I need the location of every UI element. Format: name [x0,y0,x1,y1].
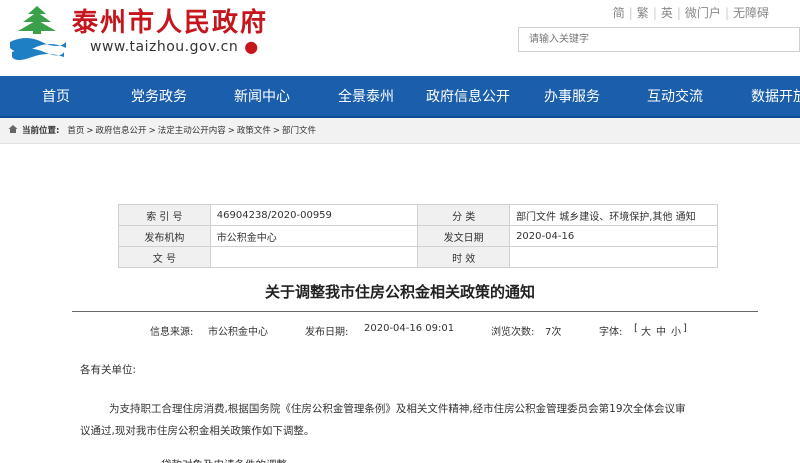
table-row: 文 号 时 效 [118,246,718,268]
nav-item-open-data[interactable]: 数据开放 [751,76,800,116]
top-link-micro-portal[interactable]: 微门户 [682,6,724,20]
nav-item-interaction[interactable]: 互动交流 [647,76,703,116]
issuer-label: 发布机构 [118,225,211,247]
site-header: 泰州市人民政府 www.taizhou.gov.cn ● 简 | 繁 | 英 | 微门户 | 无障… [0,0,800,76]
article-paragraph-partial: 一、贷款对象及申请条件的调整 [140,454,440,463]
nav-item-party-affairs[interactable]: 党务政务 [131,76,187,116]
meta-source-value: 市公积金中心 [208,327,268,338]
nav-item-services[interactable]: 办事服务 [544,76,600,116]
nav-item-news[interactable]: 新闻中心 [234,76,290,116]
breadcrumb-statutory[interactable]: 法定主动公开内容 [158,126,226,136]
docno-label: 文 号 [118,246,211,268]
meta-views-value: 7次 [545,327,562,338]
search-input[interactable] [519,28,799,51]
top-link-separator: | [676,6,681,20]
nav-item-home[interactable]: 首页 [42,76,70,116]
breadcrumb-dept-docs[interactable]: 部门文件 [282,126,316,136]
title-divider [72,311,758,312]
font-size-close: ] [683,323,687,334]
site-title[interactable]: 泰州市人民政府 [72,2,268,39]
article-title: 关于调整我市住房公积金相关政策的通知 [264,283,535,301]
docno-value [209,246,419,268]
category-label: 分 类 [417,204,511,226]
category-value: 部门文件 城乡建设、环境保护,其他 通知 [509,204,718,226]
top-link-simplified[interactable]: 简 [610,6,628,20]
breadcrumb-separator: > [148,126,156,136]
breadcrumb-home[interactable]: 首页 [67,126,84,136]
top-link-accessibility[interactable]: 无障碍 [730,6,772,20]
site-logo-icon[interactable] [6,2,68,64]
issuer-value: 市公积金中心 [209,225,419,247]
url-dot-icon: ● [244,37,259,56]
breadcrumb-info-disclosure[interactable]: 政府信息公开 [96,126,147,136]
site-url: www.taizhou.gov.cn ● [90,37,259,56]
breadcrumb-bar: 当前位置: 首页 > 政府信息公开 > 法定主动公开内容 > 政策文件 > 部门文件 [0,118,800,144]
table-row: 发布机构 市公积金中心 发文日期 2020-04-16 [118,225,718,247]
nav-item-info-disclosure[interactable]: 政府信息公开 [426,76,510,116]
validity-label: 时 效 [417,246,511,268]
breadcrumb-label: 当前位置: [22,126,60,136]
meta-views-label: 浏览次数: [491,327,535,338]
font-size-medium-button[interactable]: 中 [656,323,666,338]
top-link-separator: | [628,6,633,20]
top-link-separator: | [652,6,657,20]
meta-source-label: 信息来源: [150,327,194,338]
breadcrumb-separator: > [272,126,280,136]
home-icon [8,125,18,133]
font-size-large-button[interactable]: 大 [641,323,651,338]
font-size-small-button[interactable]: 小 [671,323,681,338]
document-info-table: 索 引 号 46904238/2020-00959 分 类 部门文件 城乡建设、… [118,204,718,268]
site-url-text: www.taizhou.gov.cn [90,39,239,55]
index-value: 46904238/2020-00959 [209,204,419,226]
date-label: 发文日期 [417,225,511,247]
meta-published-value: 2020-04-16 09:01 [364,323,455,334]
search-box [518,27,800,52]
main-nav: 首页 党务政务 新闻中心 全景泰州 政府信息公开 办事服务 互动交流 数据开放 [0,76,800,118]
article-greeting: 各有关单位: [80,364,137,376]
date-value: 2020-04-16 [509,225,718,247]
top-links: 简 | 繁 | 英 | 微门户 | 无障碍 [610,4,772,21]
breadcrumb-separator: > [86,126,94,136]
nav-item-panorama[interactable]: 全景泰州 [338,76,394,116]
font-size-open: [ [634,323,638,334]
breadcrumb: 当前位置: 首页 > 政府信息公开 > 法定主动公开内容 > 政策文件 > 部门文件 [8,124,316,136]
top-link-traditional[interactable]: 繁 [634,6,652,20]
article-paragraph: 为支持职工合理住房消费,根据国务院《住房公积金管理条例》及相关文件精神,经市住房… [80,403,686,437]
validity-value [509,246,718,268]
top-link-english[interactable]: 英 [658,6,676,20]
table-row: 索 引 号 46904238/2020-00959 分 类 部门文件 城乡建设、… [118,204,718,226]
meta-font-label: 字体: [599,327,623,338]
breadcrumb-separator: > [227,126,235,136]
index-label: 索 引 号 [118,204,211,226]
meta-published-label: 发布日期: [305,327,349,338]
breadcrumb-policy-docs[interactable]: 政策文件 [237,126,271,136]
